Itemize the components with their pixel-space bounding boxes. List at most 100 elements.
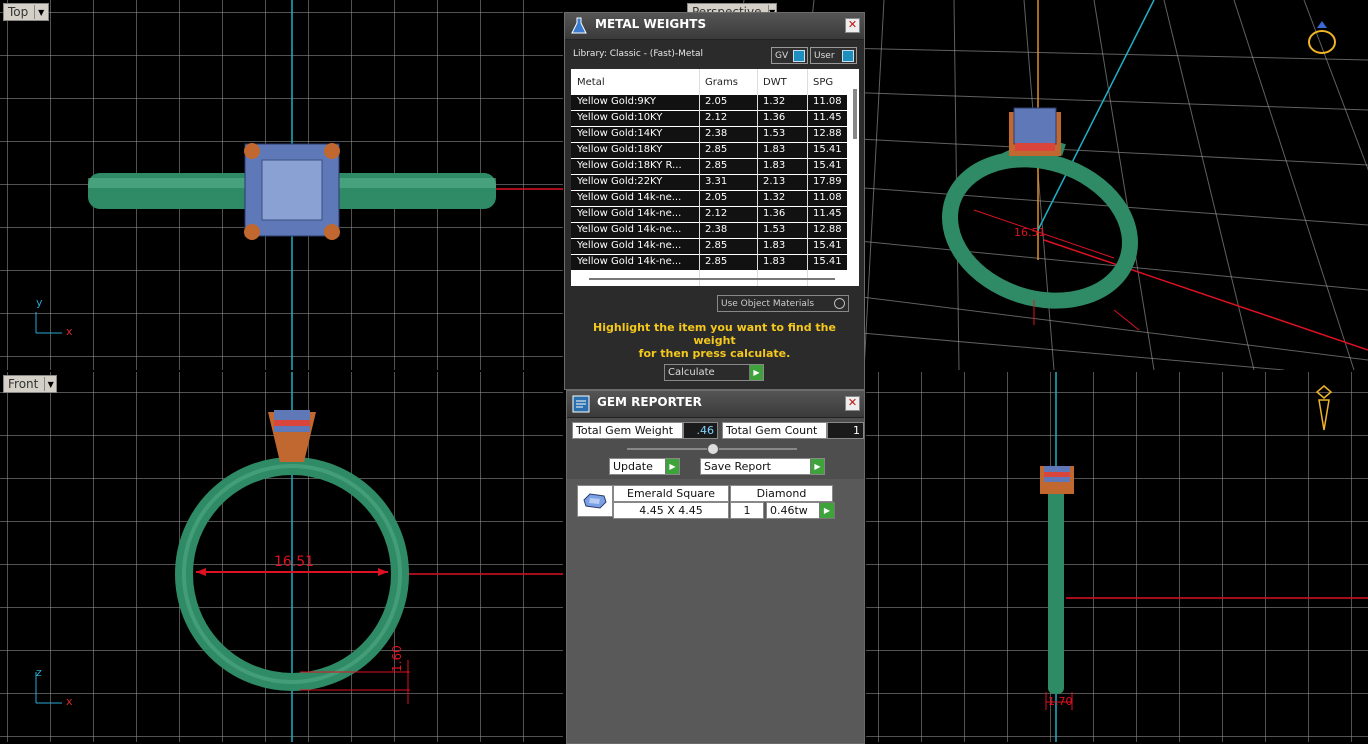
metal-table[interactable]: Metal Grams DWT SPG Yellow Gold:9KY 2.05 1…: [571, 69, 859, 286]
metal-name-cell: Yellow Gold:22KY: [577, 176, 663, 187]
gv-toggle[interactable]: GV: [771, 47, 808, 64]
dwt-cell: 1.32: [763, 192, 786, 203]
flask-icon: [571, 17, 587, 34]
calculate-label: Calculate: [668, 367, 715, 378]
spg-cell: 11.08: [813, 192, 842, 203]
metal-table-row[interactable]: Yellow Gold:10KY 2.12 1.36 11.45: [571, 111, 847, 127]
dwt-cell: 1.83: [763, 240, 786, 251]
column-metal[interactable]: Metal: [577, 77, 605, 88]
report-icon: [572, 395, 590, 413]
total-gem-count-number: 1: [853, 424, 860, 437]
bail-icon[interactable]: [1312, 384, 1336, 434]
close-icon[interactable]: ✕: [845, 18, 860, 33]
gem-count: 1: [743, 504, 751, 517]
metal-name-cell: Yellow Gold:18KY R...: [577, 160, 682, 171]
update-button[interactable]: Update ▶: [609, 458, 680, 475]
column-dwt[interactable]: DWT: [763, 77, 787, 88]
front-axis-x-label: x: [66, 695, 73, 708]
metal-table-row[interactable]: Yellow Gold:9KY 2.05 1.32 11.08: [571, 95, 847, 111]
dwt-cell: 1.83: [763, 144, 786, 155]
viewport-top-name: Top: [8, 5, 29, 19]
total-gem-count-value: 1: [827, 422, 864, 439]
viewport-side[interactable]: 1.70: [866, 372, 1368, 742]
horizontal-scrollbar[interactable]: [589, 278, 835, 280]
total-gem-weight-text: Total Gem Weight: [576, 424, 674, 437]
side-width-dimension: 1.70: [1048, 695, 1073, 708]
gem-list: Emerald Square Diamond 4.45 X 4.45 1 0.4…: [567, 479, 864, 743]
viewport-front[interactable]: 16.51 1.60 z x Front ▼: [0, 372, 563, 742]
instruction-line-1: Highlight the item you want to find the …: [593, 321, 836, 347]
spg-cell: 15.41: [813, 240, 842, 251]
dwt-cell: 1.32: [763, 96, 786, 107]
grams-cell: 2.05: [705, 192, 728, 203]
size-slider[interactable]: [627, 443, 797, 455]
metal-table-row[interactable]: Yellow Gold:18KY R... 2.85 1.83 15.41: [571, 159, 847, 175]
front-axis-z-label: z: [36, 666, 42, 679]
gem-type: Diamond: [756, 487, 807, 500]
gem-shape-cell: Emerald Square: [613, 485, 729, 502]
toggle-icon: [842, 50, 854, 62]
gem-size: 4.45 X 4.45: [639, 504, 703, 517]
chevron-down-icon[interactable]: ▼: [44, 377, 56, 391]
metal-name-cell: Yellow Gold:18KY: [577, 144, 663, 155]
gem-weight-cell: 0.46tw: [766, 502, 823, 519]
toggle-icon: [793, 50, 805, 62]
gv-toggle-label: GV: [775, 50, 789, 61]
spg-cell: 11.45: [813, 208, 842, 219]
dwt-cell: 1.83: [763, 256, 786, 267]
materials-select[interactable]: Use Object Materials: [717, 295, 849, 312]
emerald-square-icon[interactable]: [577, 485, 613, 517]
metal-weights-title: METAL WEIGHTS: [595, 17, 707, 31]
calculate-button[interactable]: Calculate ▶: [664, 364, 764, 381]
close-icon[interactable]: ✕: [845, 396, 860, 411]
grams-cell: 2.12: [705, 208, 728, 219]
metal-table-row[interactable]: Yellow Gold 14k-ne... 2.05 1.32 11.08: [571, 191, 847, 207]
viewport-front-label[interactable]: Front ▼: [3, 375, 57, 393]
grams-cell: 2.85: [705, 256, 728, 267]
top-axis-x-label: x: [66, 325, 73, 338]
gem-reporter-titlebar[interactable]: GEM REPORTER ✕: [567, 391, 864, 418]
metal-table-row[interactable]: Yellow Gold 14k-ne... 2.85 1.83 15.41: [571, 239, 847, 255]
gem-select-button[interactable]: ▶: [819, 502, 835, 519]
metal-table-row[interactable]: Yellow Gold 14k-ne... 2.12 1.36 11.45: [571, 207, 847, 223]
grams-cell: 2.05: [705, 96, 728, 107]
metal-table-row[interactable]: Yellow Gold:22KY 3.31 2.13 17.89: [571, 175, 847, 191]
viewport-top[interactable]: y x Top ▼: [0, 0, 563, 370]
grams-cell: 2.12: [705, 112, 728, 123]
gem-size-cell: 4.45 X 4.45: [613, 502, 729, 519]
metal-name-cell: Yellow Gold:9KY: [577, 96, 656, 107]
column-spg[interactable]: SPG: [813, 77, 833, 88]
metal-table-row[interactable]: Yellow Gold:14KY 2.38 1.53 12.88: [571, 127, 847, 143]
gem-weight: 0.46tw: [770, 504, 808, 517]
dwt-cell: 1.53: [763, 224, 786, 235]
viewport-front-name: Front: [8, 377, 39, 391]
vertical-scrollbar[interactable]: [853, 89, 857, 139]
metal-weights-titlebar[interactable]: METAL WEIGHTS ✕: [565, 13, 864, 40]
gem-row[interactable]: Emerald Square Diamond 4.45 X 4.45 1 0.4…: [577, 485, 837, 519]
user-toggle[interactable]: User: [810, 47, 857, 64]
gem-count-cell: 1: [730, 502, 764, 519]
metal-table-row[interactable]: Yellow Gold:18KY 2.85 1.83 15.41: [571, 143, 847, 159]
dwt-cell: 1.83: [763, 160, 786, 171]
column-grams[interactable]: Grams: [705, 77, 738, 88]
metal-table-row[interactable]: Yellow Gold 14k-ne... 2.38 1.53 12.88: [571, 223, 847, 239]
slider-handle[interactable]: [707, 443, 719, 455]
front-height-dimension: 1.60: [390, 645, 404, 672]
gem-shape: Emerald Square: [627, 487, 715, 500]
dwt-cell: 1.36: [763, 112, 786, 123]
column-divider: [757, 69, 758, 286]
side-view-model: [1040, 372, 1368, 742]
chevron-down-icon[interactable]: ▼: [34, 5, 47, 19]
metal-table-row[interactable]: Yellow Gold 14k-ne... 2.85 1.83 15.41: [571, 255, 847, 271]
save-report-button[interactable]: Save Report ▶: [700, 458, 825, 475]
metal-name-cell: Yellow Gold 14k-ne...: [577, 256, 682, 267]
spg-cell: 17.89: [813, 176, 842, 187]
total-gem-weight-label: Total Gem Weight: [572, 422, 683, 439]
metal-weights-panel: METAL WEIGHTS ✕ Library: Classic - (Fast…: [564, 12, 865, 390]
ring-icon[interactable]: [1304, 18, 1340, 58]
viewport-top-label[interactable]: Top ▼: [3, 3, 49, 21]
instruction-text: Highlight the item you want to find the …: [575, 321, 854, 360]
save-report-label: Save Report: [704, 460, 771, 473]
front-width-dimension: 16.51: [274, 554, 315, 570]
grams-cell: 2.85: [705, 240, 728, 251]
